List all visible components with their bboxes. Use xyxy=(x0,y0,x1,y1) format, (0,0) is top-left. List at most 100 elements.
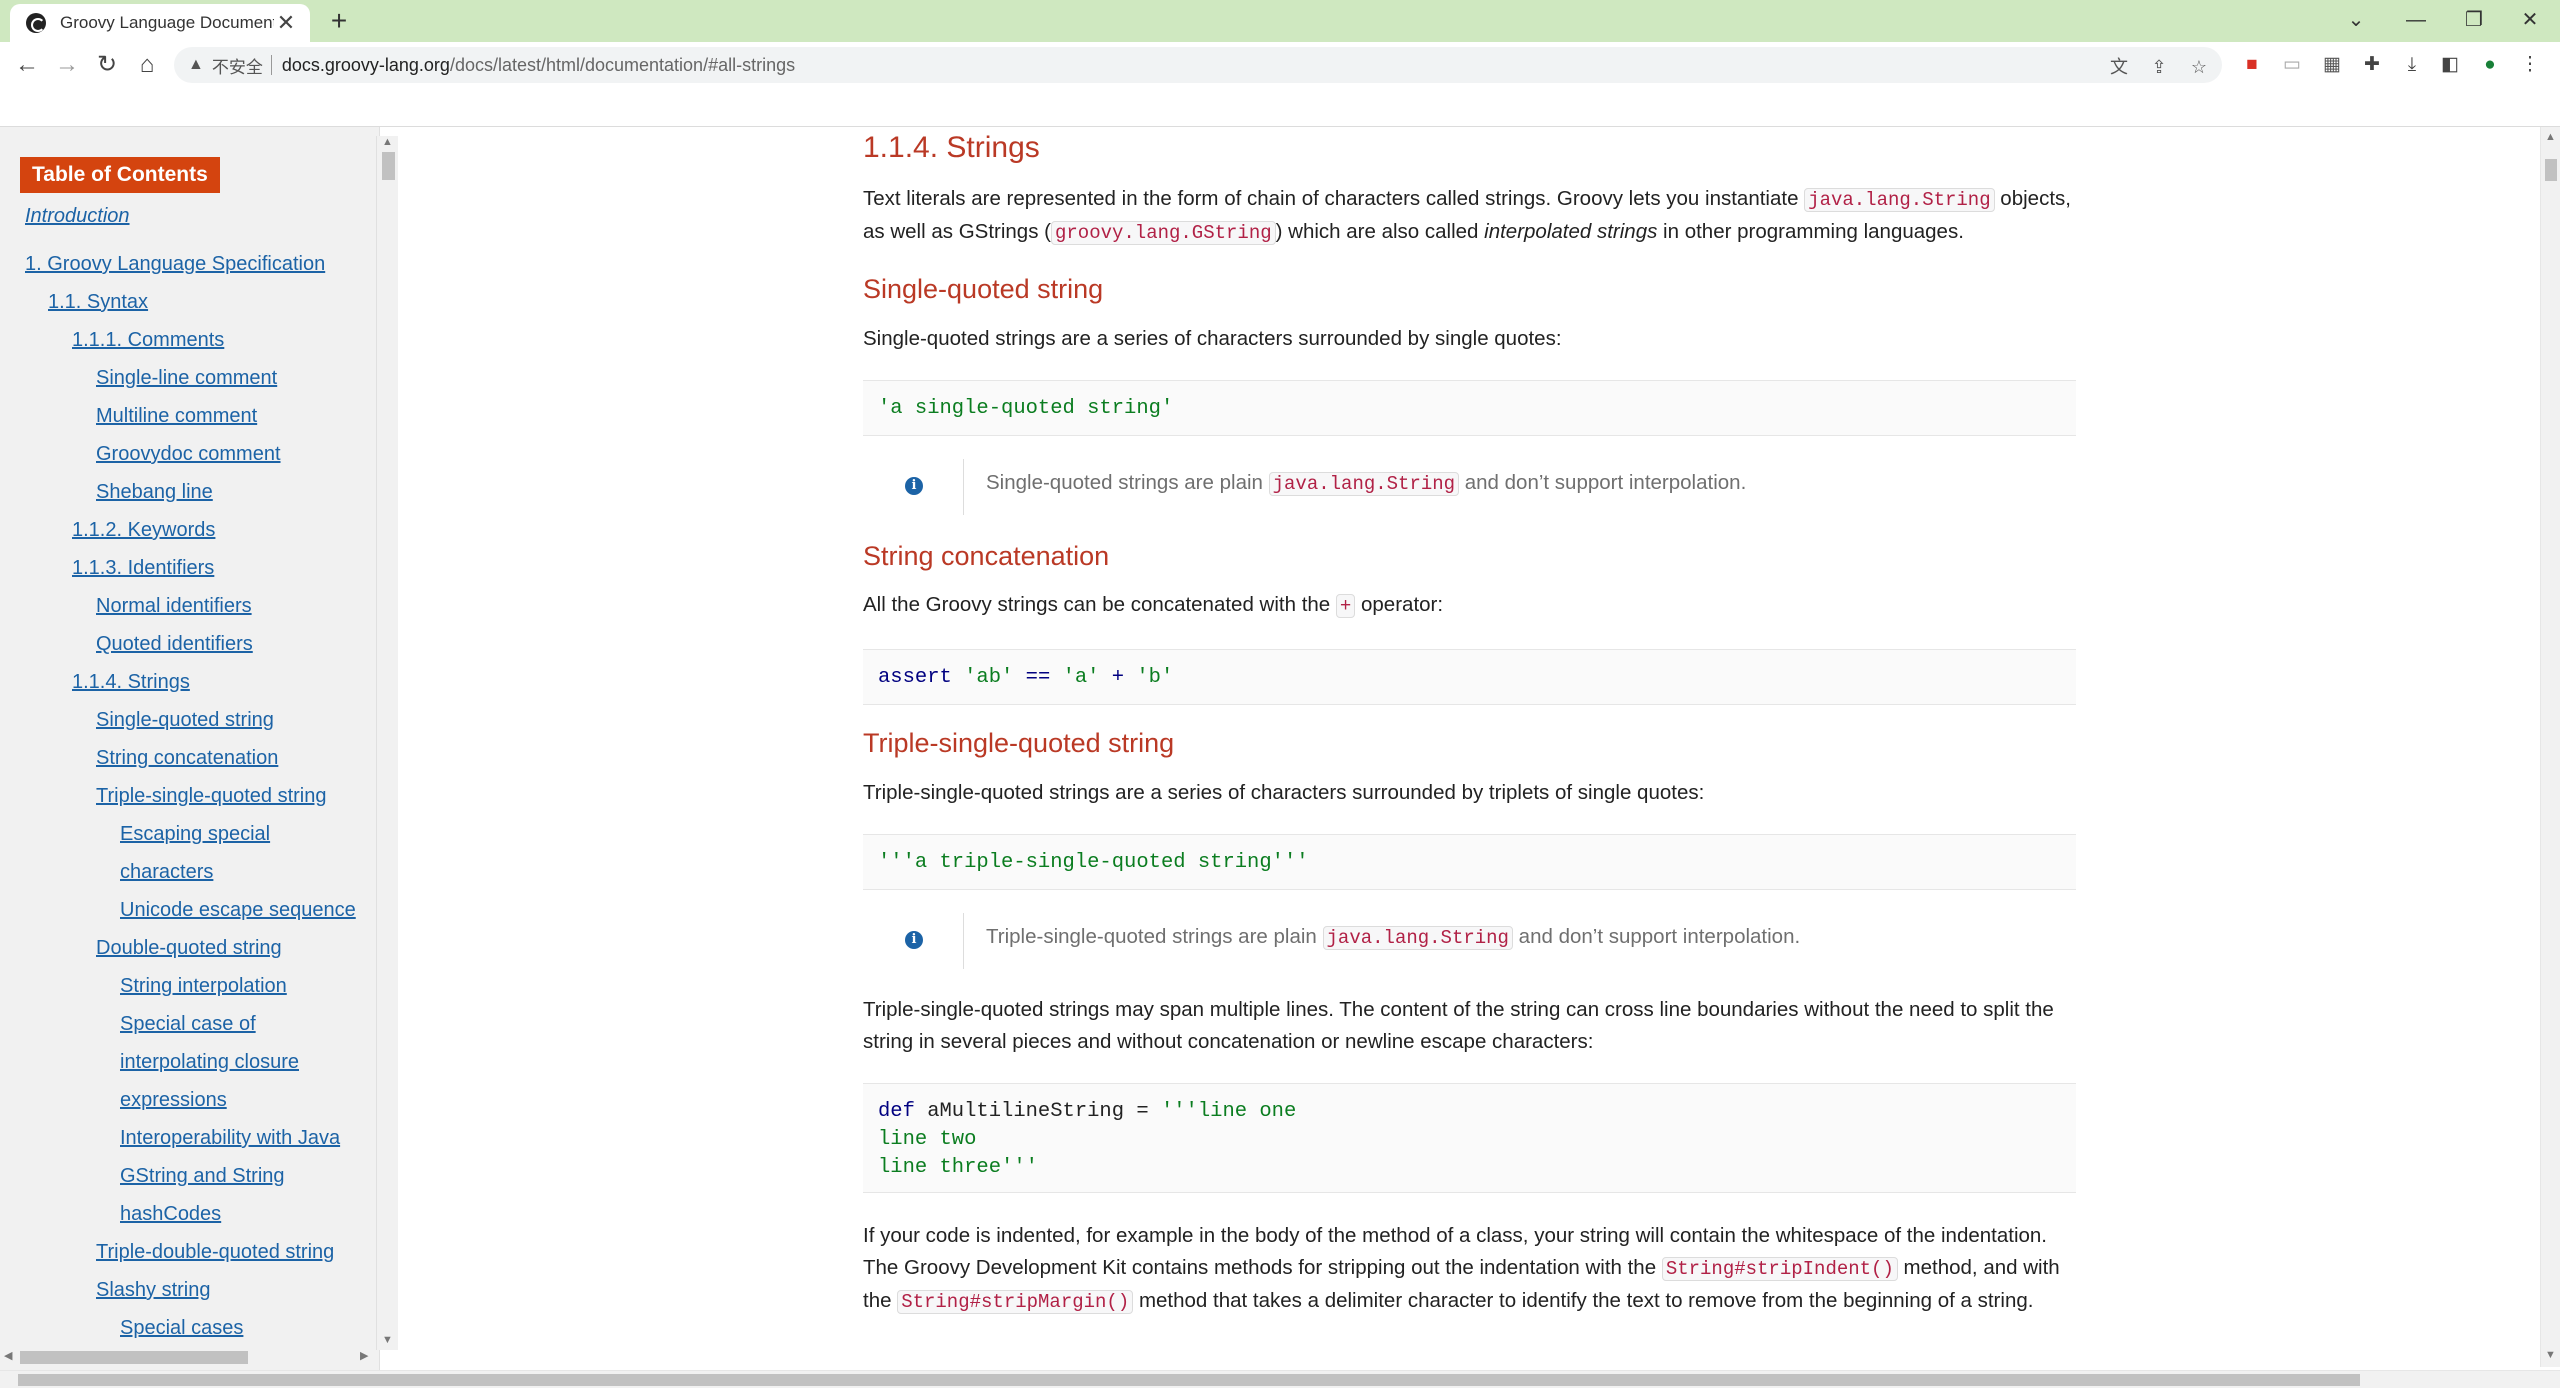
tab-search-icon[interactable]: ⌄ xyxy=(2326,2,2386,38)
toc-link[interactable]: Shebang line xyxy=(96,481,213,504)
string-literal: '''a triple-single-quoted string''' xyxy=(878,851,1309,874)
paragraph: If your code is indented, for example in… xyxy=(863,1220,2076,1318)
toc-link[interactable]: Unicode escape sequence xyxy=(120,899,356,922)
profile-avatar-icon[interactable]: ● xyxy=(2478,53,2502,77)
inline-code: java.lang.String xyxy=(1322,926,1513,950)
scroll-down-arrow-icon[interactable]: ▼ xyxy=(2545,1349,2556,1361)
side-panel-icon[interactable]: ◧ xyxy=(2438,53,2462,77)
warning-icon[interactable]: ▲ xyxy=(188,56,204,74)
subsection-title: String concatenation xyxy=(863,541,1110,571)
url-path[interactable]: /docs/latest/html/documentation/#all-str… xyxy=(450,55,795,76)
inline-code: java.lang.String xyxy=(1804,188,1995,212)
scroll-up-arrow-icon[interactable]: ▲ xyxy=(382,136,393,148)
scroll-left-arrow-icon[interactable]: ◀ xyxy=(4,1349,12,1362)
table-of-contents: Table of Contents Introduction 1. Groovy… xyxy=(0,127,380,1376)
text: ) which are also called xyxy=(1275,220,1485,243)
extensions-puzzle-icon[interactable]: ✚ xyxy=(2360,53,2384,77)
scroll-down-arrow-icon[interactable]: ▼ xyxy=(382,1334,393,1346)
toc-link[interactable]: hashCodes xyxy=(120,1203,221,1226)
address-bar[interactable]: ▲ 不安全 docs.groovy-lang.org/docs/latest/h… xyxy=(174,47,2222,83)
toc-link[interactable]: Groovydoc comment xyxy=(96,443,281,466)
page-scroll-thumb[interactable] xyxy=(2545,159,2557,181)
forward-button[interactable]: → xyxy=(50,48,84,82)
inline-code: groovy.lang.GString xyxy=(1050,221,1276,245)
new-tab-button[interactable]: + xyxy=(324,6,354,36)
toc-horizontal-scrollbar[interactable]: ◀ ▶ xyxy=(0,1347,376,1367)
extension-badge-icon[interactable]: ▦ xyxy=(2320,53,2344,77)
toc-link[interactable]: Normal identifiers xyxy=(96,595,252,618)
security-label[interactable]: 不安全 xyxy=(212,53,263,78)
toc-link[interactable]: Triple-double-quoted string xyxy=(96,1241,334,1264)
string-literal: '''line one xyxy=(1160,1100,1297,1123)
toc-link[interactable]: Escaping special xyxy=(120,823,270,846)
text: All the Groovy strings can be concatenat… xyxy=(863,593,1336,616)
text: in other programming languages. xyxy=(1657,220,1964,243)
subsection-title: Single-quoted string xyxy=(863,274,1104,304)
tab-strip: Groovy Language Documentation ✕ + ⌄ — ❐ … xyxy=(0,0,2560,42)
string-literal: 'a single-quoted string' xyxy=(878,397,1174,420)
text: Text literals are represented in the for… xyxy=(863,187,1805,210)
tab-close-icon[interactable]: ✕ xyxy=(274,10,298,36)
page-vertical-scrollbar[interactable]: ▲ ▼ xyxy=(2540,127,2560,1367)
toc-link[interactable]: 1.1.3. Identifiers xyxy=(72,557,214,580)
toc-link[interactable]: String interpolation xyxy=(120,975,287,998)
share-icon[interactable]: ⇪ xyxy=(2148,56,2170,78)
page-horizontal-scrollbar[interactable] xyxy=(0,1370,2560,1388)
restore-button[interactable]: ❐ xyxy=(2444,2,2504,38)
toc-hscroll-thumb[interactable] xyxy=(20,1351,248,1364)
toc-link[interactable]: Introduction xyxy=(25,205,130,228)
toc-link[interactable]: 1.1.1. Comments xyxy=(72,329,224,352)
string-literal: line two xyxy=(878,1128,977,1151)
toc-title: Table of Contents xyxy=(20,157,220,193)
toc-link[interactable]: Slashy string xyxy=(96,1279,211,1302)
toc-link[interactable]: characters xyxy=(120,861,213,884)
scroll-right-arrow-icon[interactable]: ▶ xyxy=(360,1349,368,1362)
extension-chat-icon[interactable]: ▭ xyxy=(2280,53,2304,77)
toc-link[interactable]: Quoted identifiers xyxy=(96,633,253,656)
toc-link[interactable]: Interoperability with Java xyxy=(120,1127,340,1150)
toc-link[interactable]: Special case of xyxy=(120,1013,256,1036)
menu-kebab-icon[interactable]: ⋮ xyxy=(2518,53,2542,77)
reload-button[interactable]: ↻ xyxy=(90,48,124,82)
toc-link[interactable]: GString and String xyxy=(120,1165,285,1188)
subsection-title: Triple-single-quoted string xyxy=(863,728,1175,758)
toc-link[interactable]: interpolating closure xyxy=(120,1051,299,1074)
toc-link[interactable]: 1.1. Syntax xyxy=(48,291,148,314)
extension-red-icon[interactable]: ■ xyxy=(2240,53,2264,77)
url-host[interactable]: docs.groovy-lang.org xyxy=(282,55,450,76)
scroll-up-arrow-icon[interactable]: ▲ xyxy=(2545,131,2556,143)
toc-link[interactable]: String concatenation xyxy=(96,747,278,770)
identifier: aMultilineString = xyxy=(914,1100,1161,1123)
operator: + xyxy=(1099,666,1137,689)
translate-icon[interactable]: 文 xyxy=(2108,56,2130,78)
home-button[interactable]: ⌂ xyxy=(130,48,164,82)
toc-link[interactable]: 1. Groovy Language Specification xyxy=(25,253,325,276)
browser-tab[interactable]: Groovy Language Documentation ✕ xyxy=(10,4,310,42)
operator: == xyxy=(1013,666,1063,689)
note-text: Triple-single-quoted strings are plain j… xyxy=(986,925,1800,950)
info-icon: i xyxy=(905,477,923,495)
code-listing: '''a triple-single-quoted string''' xyxy=(863,834,2076,890)
info-icon: i xyxy=(905,931,923,949)
close-window-button[interactable]: ✕ xyxy=(2500,2,2560,38)
toc-link[interactable]: 1.1.2. Keywords xyxy=(72,519,215,542)
page-hscroll-thumb[interactable] xyxy=(18,1374,2360,1386)
inline-code: String#stripIndent() xyxy=(1661,1257,1898,1281)
note-text: Single-quoted strings are plain java.lan… xyxy=(986,471,1746,496)
toc-link[interactable]: Double-quoted string xyxy=(96,937,282,960)
toc-link[interactable]: Special cases xyxy=(120,1317,243,1340)
toc-link[interactable]: Single-line comment xyxy=(96,367,277,390)
toc-link[interactable]: 1.1.4. Strings xyxy=(72,671,190,694)
back-button[interactable]: ← xyxy=(10,48,44,82)
toc-scroll-thumb[interactable] xyxy=(382,152,395,180)
toc-link[interactable]: Multiline comment xyxy=(96,405,257,428)
toc-link[interactable]: Single-quoted string xyxy=(96,709,274,732)
inline-code: String#stripMargin() xyxy=(897,1290,1134,1314)
bookmark-star-icon[interactable]: ☆ xyxy=(2188,56,2210,78)
toc-vertical-scrollbar[interactable]: ▲ ▼ xyxy=(376,136,398,1350)
chrome-divider xyxy=(0,126,2560,127)
download-icon[interactable]: ⤓ xyxy=(2400,53,2424,77)
toc-link[interactable]: Triple-single-quoted string xyxy=(96,785,326,808)
toc-link[interactable]: expressions xyxy=(120,1089,227,1112)
minimize-button[interactable]: — xyxy=(2386,2,2446,38)
